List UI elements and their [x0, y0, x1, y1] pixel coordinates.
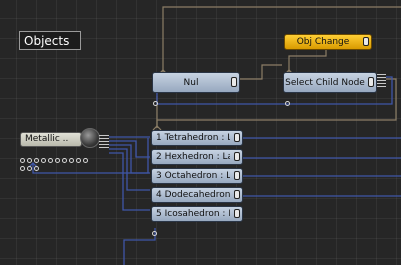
metallic-label: Metallic ...: [25, 134, 69, 144]
node-toggle-icon[interactable]: [234, 133, 240, 142]
metallic-ports-row2: [20, 156, 41, 171]
bars-icon[interactable]: [377, 74, 386, 89]
node-toggle-icon[interactable]: [234, 190, 240, 199]
node-toggle-icon[interactable]: [234, 209, 240, 218]
shape-node-hexhedron[interactable]: 2 Hexhedron : La...: [151, 149, 243, 165]
shape-node-dodecahedron[interactable]: 4 Dodecahedron : ...: [151, 187, 243, 203]
null-node[interactable]: Nul: [152, 72, 240, 93]
circle-port-icon[interactable]: [69, 158, 74, 163]
select-child-node[interactable]: Select Child Node: [283, 72, 377, 93]
shape-label: 3 Octahedron : La...: [156, 171, 230, 181]
circle-port-icon[interactable]: [76, 158, 81, 163]
sphere-icon: [80, 128, 100, 148]
shape-label: 1 Tetrahedron : L...: [156, 133, 230, 143]
circle-port-icon[interactable]: [20, 166, 25, 171]
circle-port-icon[interactable]: [34, 166, 39, 171]
shape-node-tetrahedron[interactable]: 1 Tetrahedron : L...: [151, 130, 243, 146]
circle-port-icon[interactable]: [285, 101, 290, 106]
metallic-node[interactable]: Metallic ...: [20, 132, 82, 147]
circle-port-icon[interactable]: [55, 158, 60, 163]
circle-port-icon[interactable]: [48, 158, 53, 163]
circle-port-icon[interactable]: [41, 158, 46, 163]
circle-port-icon[interactable]: [153, 101, 158, 106]
obj-change-node[interactable]: Obj Change: [284, 34, 372, 50]
icosahedron-ports: [152, 221, 159, 236]
node-toggle-icon[interactable]: [234, 171, 240, 180]
null-ports: [153, 91, 160, 106]
node-toggle-icon[interactable]: [363, 37, 369, 46]
metallic-ports: [20, 148, 102, 163]
select-child-label: Select Child Node: [285, 78, 365, 88]
shape-node-icosahedron[interactable]: 5 Icosahedron : L...: [151, 206, 243, 222]
shape-label: 5 Icosahedron : L...: [156, 209, 230, 219]
circle-port-icon[interactable]: [152, 231, 157, 236]
circle-port-icon[interactable]: [83, 158, 88, 163]
node-toggle-icon[interactable]: [368, 77, 374, 87]
comment-box[interactable]: Objects: [19, 31, 81, 50]
select-child-ports: [285, 91, 292, 106]
node-toggle-icon[interactable]: [234, 152, 240, 161]
shape-node-octahedron[interactable]: 3 Octahedron : La...: [151, 168, 243, 184]
circle-port-icon[interactable]: [27, 166, 32, 171]
obj-change-label: Obj Change: [296, 37, 350, 47]
null-label: Nul: [183, 78, 199, 88]
node-toggle-icon[interactable]: [231, 77, 237, 87]
shape-label: 2 Hexhedron : La...: [156, 152, 230, 162]
shape-label: 4 Dodecahedron : ...: [156, 190, 230, 200]
node-canvas[interactable]: Objects Obj Change Nul Select Child Node…: [0, 0, 401, 265]
circle-port-icon[interactable]: [62, 158, 67, 163]
